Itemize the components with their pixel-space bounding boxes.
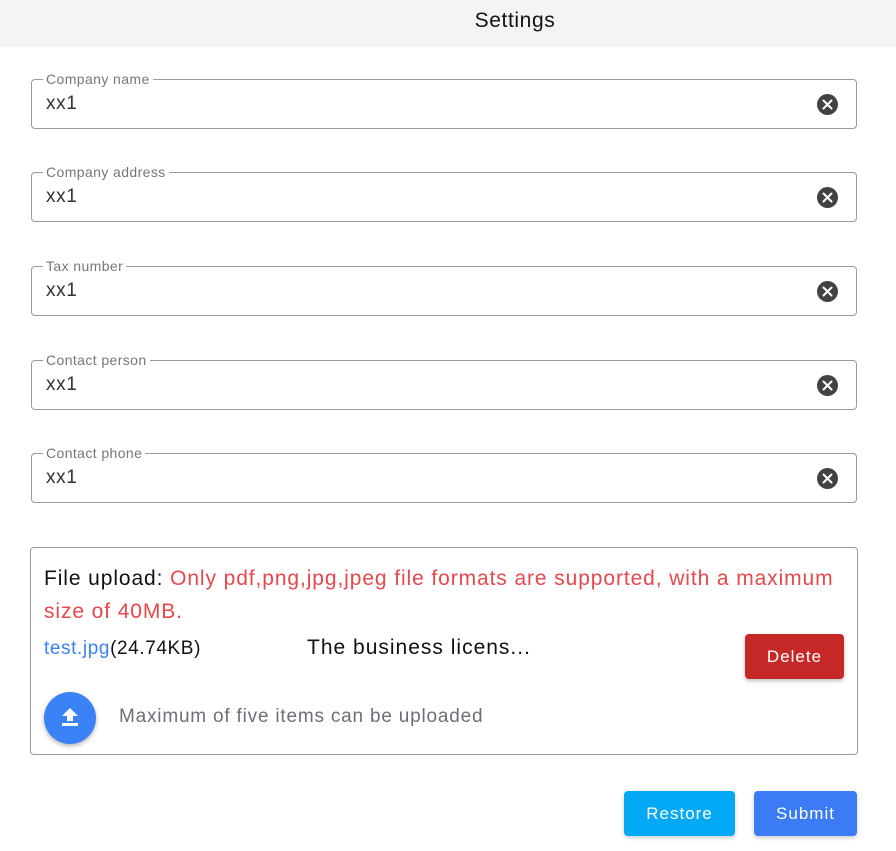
clear-icon[interactable]: [817, 281, 838, 302]
upload-label: File upload:: [44, 567, 171, 590]
clear-icon[interactable]: [817, 94, 838, 115]
company-address-field[interactable]: Company address: [31, 164, 857, 222]
company-name-field[interactable]: Company name: [31, 71, 857, 129]
delete-button[interactable]: Delete: [745, 634, 844, 679]
tax-number-field[interactable]: Tax number: [31, 258, 857, 316]
tax-number-input[interactable]: [46, 280, 786, 302]
company-name-label: Company name: [43, 71, 153, 87]
contact-person-input[interactable]: [46, 374, 786, 396]
page-title: Settings: [474, 9, 556, 32]
uploaded-file-item: test.jpg(24.74KB): [44, 638, 201, 660]
company-address-input[interactable]: [46, 186, 786, 208]
submit-button[interactable]: Submit: [754, 791, 857, 836]
upload-button[interactable]: [44, 692, 96, 744]
company-address-label: Company address: [43, 164, 169, 180]
contact-phone-label: Contact phone: [43, 445, 146, 461]
file-size: (24.74KB): [110, 638, 202, 659]
upload-icon: [62, 708, 78, 726]
contact-phone-input[interactable]: [46, 467, 786, 489]
contact-person-field[interactable]: Contact person: [31, 352, 857, 410]
contact-person-label: Contact person: [43, 352, 150, 368]
tax-number-label: Tax number: [43, 258, 127, 274]
clear-icon[interactable]: [817, 468, 838, 489]
page-header: Settings: [0, 0, 896, 47]
file-upload-panel: File upload: Only pdf,png,jpg,jpeg file …: [30, 547, 858, 755]
clear-icon[interactable]: [817, 187, 838, 208]
file-name-link[interactable]: test.jpg: [44, 638, 110, 659]
restore-button[interactable]: Restore: [624, 791, 735, 836]
file-description: The business licens...: [307, 636, 531, 659]
upload-instructions: File upload: Only pdf,png,jpg,jpeg file …: [44, 562, 834, 628]
clear-icon[interactable]: [817, 375, 838, 396]
upload-limit-hint: Maximum of five items can be uploaded: [119, 706, 484, 727]
contact-phone-field[interactable]: Contact phone: [31, 445, 857, 503]
company-name-input[interactable]: [46, 93, 786, 115]
